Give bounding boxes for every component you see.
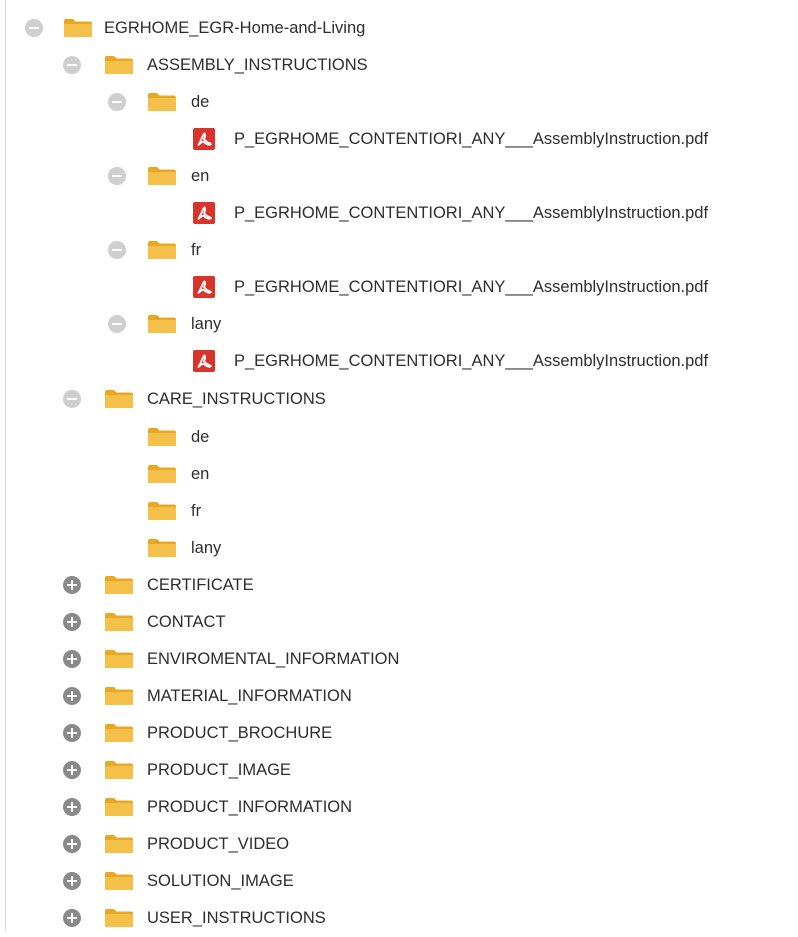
- expand-plus-icon[interactable]: [63, 872, 81, 890]
- collapse-minus-icon[interactable]: [108, 315, 126, 333]
- tree-node-label: CERTIFICATE: [147, 576, 254, 594]
- tree-file-assembly-fr[interactable]: P_EGRHOME_CONTENTIORI_ANY___AssemblyInst…: [0, 269, 798, 306]
- pdf-file-icon: [193, 350, 215, 372]
- tree-node-label: EGRHOME_EGR-Home-and-Living: [104, 19, 366, 37]
- tree-node-label: PRODUCT_IMAGE: [147, 761, 291, 779]
- folder-icon: [104, 797, 134, 817]
- folder-icon: [147, 92, 177, 112]
- tree-node-solution-image[interactable]: SOLUTION_IMAGE: [0, 863, 798, 900]
- tree-node-user-instructions[interactable]: USER_INSTRUCTIONS: [0, 900, 798, 937]
- tree-node-product-information[interactable]: PRODUCT_INFORMATION: [0, 789, 798, 826]
- tree-node-label: PRODUCT_BROCHURE: [147, 724, 333, 742]
- folder-icon: [104, 649, 134, 669]
- file-name: P_EGRHOME_CONTENTIORI_ANY___AssemblyInst…: [234, 204, 709, 222]
- tree-node-product-image[interactable]: PRODUCT_IMAGE: [0, 752, 798, 789]
- tree-node-product-video[interactable]: PRODUCT_VIDEO: [0, 826, 798, 863]
- tree-node-enviromental-information[interactable]: ENVIROMENTAL_INFORMATION: [0, 641, 798, 678]
- collapse-minus-icon[interactable]: [25, 19, 43, 37]
- folder-tree: EGRHOME_EGR-Home-and-Living ASSEMBLY_INS…: [0, 0, 798, 931]
- tree-node-label: fr: [191, 241, 202, 259]
- tree-node-label: ASSEMBLY_INSTRUCTIONS: [147, 56, 368, 74]
- tree-node-label: MATERIAL_INFORMATION: [147, 687, 352, 705]
- tree-node-label: ENVIROMENTAL_INFORMATION: [147, 650, 400, 668]
- folder-icon: [147, 538, 177, 558]
- pdf-file-icon: [193, 128, 215, 150]
- folder-icon: [104, 55, 134, 75]
- collapse-minus-icon[interactable]: [108, 241, 126, 259]
- expand-plus-icon[interactable]: [63, 613, 81, 631]
- folder-icon: [104, 760, 134, 780]
- folder-icon: [104, 908, 134, 928]
- tree-node-assembly-instructions[interactable]: ASSEMBLY_INSTRUCTIONS: [0, 47, 798, 84]
- expand-plus-icon[interactable]: [63, 650, 81, 668]
- tree-node-care-instructions[interactable]: CARE_INSTRUCTIONS: [0, 381, 798, 418]
- folder-icon: [104, 612, 134, 632]
- folder-icon: [147, 464, 177, 484]
- folder-icon: [104, 389, 134, 409]
- collapse-minus-icon[interactable]: [63, 390, 81, 408]
- folder-icon: [104, 686, 134, 706]
- expand-plus-icon[interactable]: [63, 835, 81, 853]
- file-name: P_EGRHOME_CONTENTIORI_ANY___AssemblyInst…: [234, 352, 709, 370]
- tree-node-label: PRODUCT_VIDEO: [147, 835, 290, 853]
- folder-icon: [147, 166, 177, 186]
- folder-icon: [147, 501, 177, 521]
- tree-node-care-lany[interactable]: lany: [0, 530, 798, 567]
- tree-node-label: en: [191, 465, 210, 483]
- collapse-minus-icon[interactable]: [63, 56, 81, 74]
- folder-icon: [147, 240, 177, 260]
- tree-node-label: fr: [191, 502, 202, 520]
- collapse-minus-icon[interactable]: [108, 167, 126, 185]
- tree-node-label: de: [191, 428, 210, 446]
- tree-node-label: SOLUTION_IMAGE: [147, 872, 294, 890]
- tree-node-label: CARE_INSTRUCTIONS: [147, 390, 326, 408]
- tree-node-material-information[interactable]: MATERIAL_INFORMATION: [0, 678, 798, 715]
- tree-node-label: en: [191, 167, 210, 185]
- tree-node-label: CONTACT: [147, 613, 226, 631]
- expand-plus-icon[interactable]: [63, 576, 81, 594]
- tree-node-label: de: [191, 93, 210, 111]
- file-name: P_EGRHOME_CONTENTIORI_ANY___AssemblyInst…: [234, 130, 709, 148]
- folder-icon: [147, 427, 177, 447]
- collapse-minus-icon[interactable]: [108, 93, 126, 111]
- expand-plus-icon[interactable]: [63, 761, 81, 779]
- tree-node-care-de[interactable]: de: [0, 419, 798, 456]
- folder-icon: [63, 18, 93, 38]
- tree-node-label: PRODUCT_INFORMATION: [147, 798, 353, 816]
- tree-node-label: lany: [191, 539, 222, 557]
- tree-node-care-en[interactable]: en: [0, 456, 798, 493]
- tree-node-certificate[interactable]: CERTIFICATE: [0, 567, 798, 604]
- expand-plus-icon[interactable]: [63, 687, 81, 705]
- tree-node-product-brochure[interactable]: PRODUCT_BROCHURE: [0, 715, 798, 752]
- pdf-file-icon: [193, 202, 215, 224]
- folder-icon: [147, 314, 177, 334]
- tree-file-assembly-lany[interactable]: P_EGRHOME_CONTENTIORI_ANY___AssemblyInst…: [0, 343, 798, 380]
- pdf-file-icon: [193, 276, 215, 298]
- folder-icon: [104, 723, 134, 743]
- tree-node-root[interactable]: EGRHOME_EGR-Home-and-Living: [0, 10, 798, 47]
- tree-node-label: USER_INSTRUCTIONS: [147, 909, 326, 927]
- file-name: P_EGRHOME_CONTENTIORI_ANY___AssemblyInst…: [234, 278, 709, 296]
- folder-icon: [104, 871, 134, 891]
- expand-plus-icon[interactable]: [63, 798, 81, 816]
- tree-node-care-fr[interactable]: fr: [0, 493, 798, 530]
- tree-node-contact[interactable]: CONTACT: [0, 604, 798, 641]
- tree-node-assembly-lany[interactable]: lany: [0, 306, 798, 343]
- tree-node-assembly-de[interactable]: de: [0, 84, 798, 121]
- expand-plus-icon[interactable]: [63, 909, 81, 927]
- tree-node-assembly-en[interactable]: en: [0, 158, 798, 195]
- expand-plus-icon[interactable]: [63, 724, 81, 742]
- tree-node-label: lany: [191, 315, 222, 333]
- tree-file-assembly-de[interactable]: P_EGRHOME_CONTENTIORI_ANY___AssemblyInst…: [0, 121, 798, 158]
- tree-node-assembly-fr[interactable]: fr: [0, 232, 798, 269]
- tree-file-assembly-en[interactable]: P_EGRHOME_CONTENTIORI_ANY___AssemblyInst…: [0, 195, 798, 232]
- folder-icon: [104, 575, 134, 595]
- folder-icon: [104, 834, 134, 854]
